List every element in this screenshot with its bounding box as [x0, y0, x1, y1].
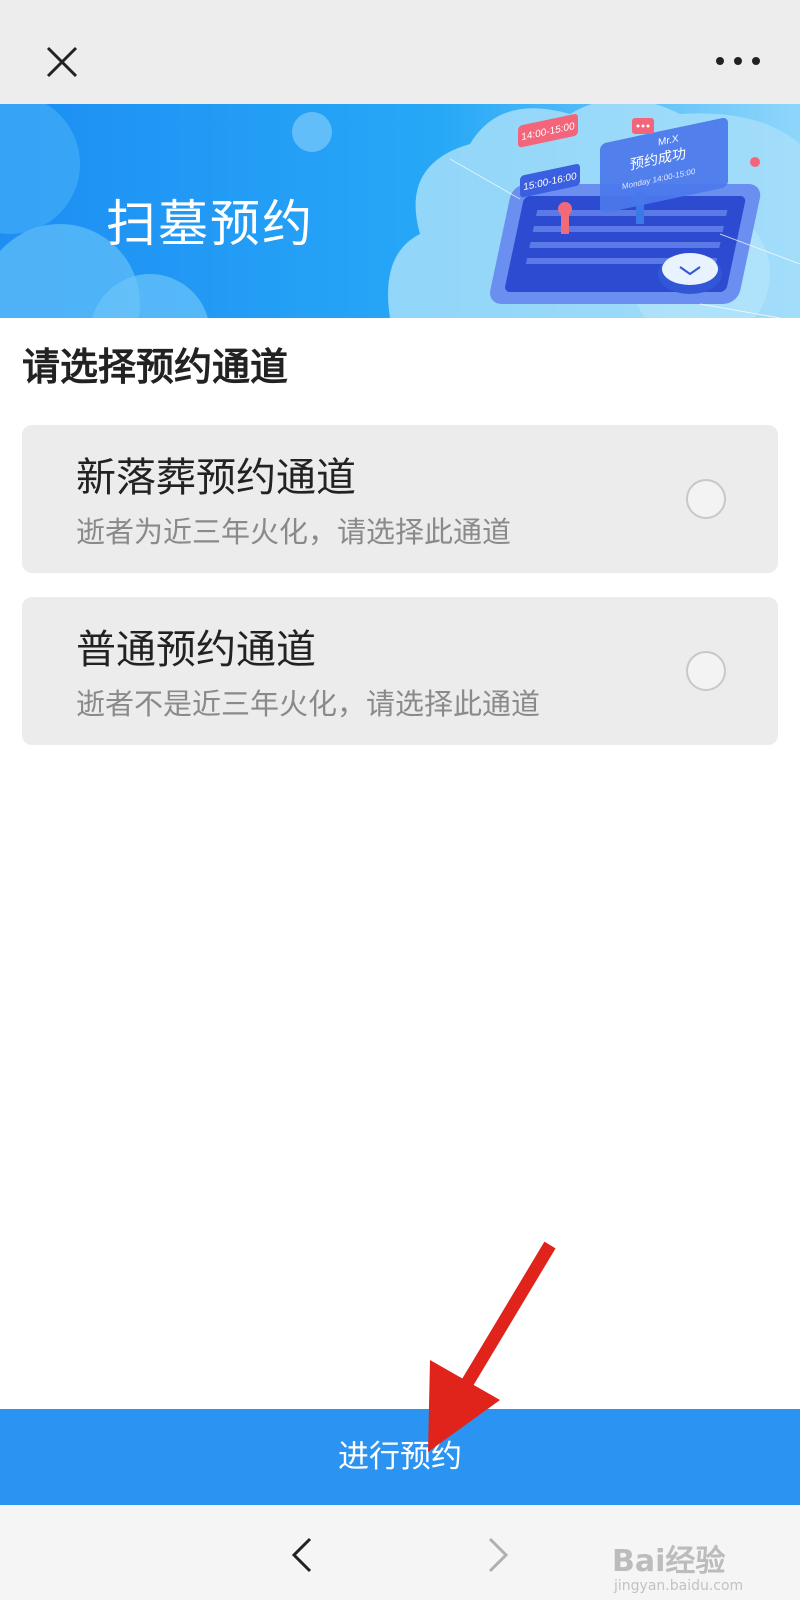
option-title: 新落葬预约通道 [76, 455, 356, 501]
option-description: 逝者为近三年火化，请选择此通道 [76, 515, 512, 549]
radio-new-burial[interactable] [686, 479, 726, 519]
watermark-url: jingyan.baidu.com [614, 1578, 744, 1594]
option-description: 逝者不是近三年火化，请选择此通道 [76, 687, 541, 721]
back-button[interactable] [282, 1531, 322, 1579]
more-button[interactable] [710, 40, 766, 80]
top-bar [0, 0, 800, 104]
option-regular[interactable]: 普通预约通道 逝者不是近三年火化，请选择此通道 [22, 597, 778, 745]
option-new-burial[interactable]: 新落葬预约通道 逝者为近三年火化，请选择此通道 [22, 425, 778, 573]
more-dots-icon [716, 57, 760, 65]
watermark: Bai经验 jingyan.baidu.com [612, 1536, 788, 1596]
banner-title: 扫墓预约 [106, 195, 314, 253]
annotation-arrow [428, 1241, 556, 1452]
close-icon [46, 46, 78, 78]
banner: 14:00-15:00 15:00-16:00 Mr.X 预约成功 Monday… [0, 104, 800, 318]
watermark-brand: Bai经验 [612, 1544, 726, 1579]
radio-regular[interactable] [686, 651, 726, 691]
close-button[interactable] [38, 38, 86, 86]
option-title: 普通预约通道 [76, 627, 316, 673]
forward-button[interactable] [478, 1531, 518, 1579]
page-title: 请选择预约通道 [22, 345, 289, 389]
chevron-right-icon [488, 1537, 509, 1573]
chevron-left-icon [291, 1537, 312, 1573]
